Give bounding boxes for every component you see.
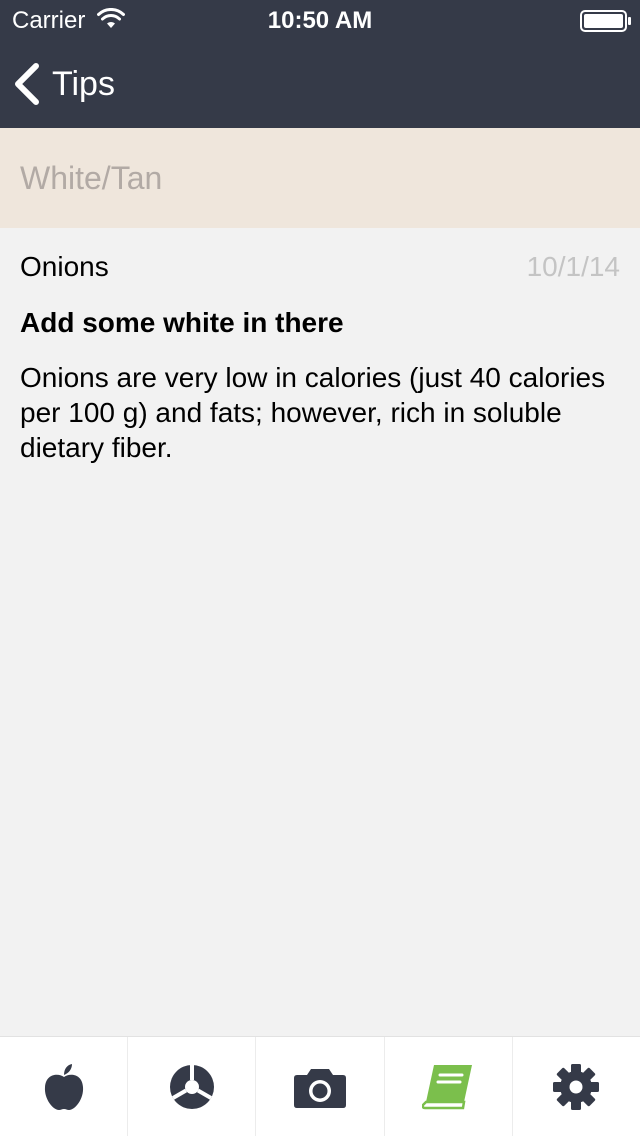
gear-icon (553, 1063, 600, 1110)
camera-icon (294, 1068, 346, 1108)
tab-settings[interactable] (513, 1037, 640, 1136)
tip-heading: Add some white in there (20, 307, 344, 338)
tab-foods[interactable] (0, 1037, 129, 1136)
book-icon (422, 1064, 473, 1109)
back-button-label: Tips (52, 65, 115, 103)
tab-tips[interactable] (385, 1037, 513, 1136)
chevron-left-icon (15, 63, 39, 105)
category-title: White/Tan (20, 160, 163, 196)
tip-detail: Onions 10/1/14 Add some white in there O… (0, 228, 640, 1036)
tip-date: 10/1/14 (526, 251, 620, 282)
tip-body: Onions are very low in calories (just 40… (20, 362, 606, 463)
back-button[interactable]: Tips (12, 58, 115, 110)
status-bar: Carrier 10:50 AM (0, 0, 640, 40)
tab-colors[interactable] (128, 1037, 257, 1136)
navigation-bar: Tips (0, 40, 640, 128)
category-header: White/Tan (0, 128, 640, 228)
status-time: 10:50 AM (267, 7, 373, 34)
color-wheel-icon (169, 1064, 214, 1109)
apple-icon (44, 1063, 83, 1110)
tip-name: Onions (20, 251, 109, 282)
tab-camera[interactable] (256, 1037, 385, 1136)
header: Carrier 10:50 AM Tips (0, 0, 640, 128)
tab-bar (0, 1036, 640, 1136)
battery-icon (580, 10, 631, 32)
